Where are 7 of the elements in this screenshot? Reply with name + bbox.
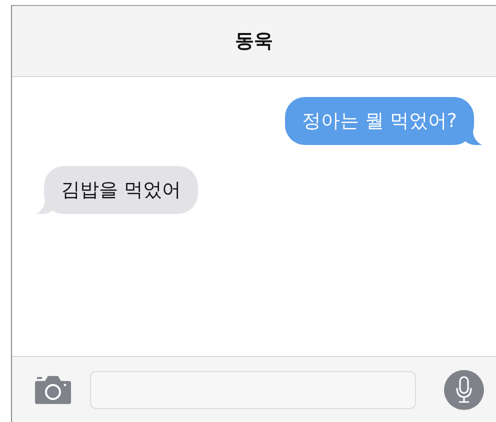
sent-message: 정아는 뭘 먹었어? xyxy=(284,97,474,145)
microphone-icon xyxy=(455,376,473,404)
microphone-button[interactable] xyxy=(444,370,484,410)
contact-name: 동욱 xyxy=(235,29,273,54)
camera-icon[interactable] xyxy=(34,375,72,405)
received-message: 김밥을 먹었어 xyxy=(44,166,198,214)
message-field[interactable] xyxy=(90,371,416,409)
